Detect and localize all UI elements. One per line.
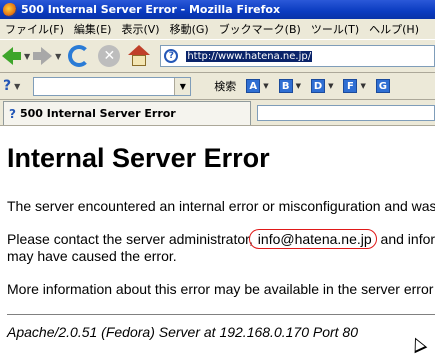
- dropdown-arrow-icon: ▼: [295, 82, 302, 90]
- search-button[interactable]: 検索: [214, 78, 236, 94]
- dropdown-arrow-icon: ▼: [263, 82, 269, 90]
- search-engine-dropdown-icon[interactable]: ▼: [14, 82, 20, 91]
- tab-favicon-icon: ?: [9, 106, 16, 121]
- letter-d-icon: D: [311, 79, 326, 93]
- letter-g-icon: G: [375, 79, 390, 93]
- tab-title: 500 Internal Server Error: [19, 107, 176, 120]
- bookmark-button-b[interactable]: B ▼: [278, 79, 302, 93]
- forward-arrow-icon: [41, 47, 53, 65]
- divider: [7, 314, 435, 315]
- navigation-toolbar: ▼ ▼ ✕ ? http://www.hatena.ne.jp/: [0, 39, 435, 73]
- home-body: [132, 55, 147, 66]
- window-titlebar: 500 Internal Server Error - Mozilla Fire…: [0, 0, 435, 19]
- error-paragraph-3: More information about this error may be…: [7, 281, 435, 297]
- stop-icon[interactable]: ✕: [98, 45, 121, 67]
- search-dropdown-button[interactable]: ▼: [174, 77, 191, 95]
- menu-bar: ファイル(F) 編集(E) 表示(V) 移動(G) ブックマーク(B) ツール(…: [0, 19, 435, 39]
- firefox-logo-icon: [3, 2, 17, 17]
- bookmark-button-a[interactable]: A ▼: [246, 79, 269, 93]
- dropdown-arrow-icon: ▼: [328, 82, 334, 90]
- tab-bar: ? 500 Internal Server Error: [0, 100, 435, 126]
- url-bar[interactable]: ? http://www.hatena.ne.jp/: [160, 45, 435, 67]
- url-text[interactable]: http://www.hatena.ne.jp/: [186, 50, 313, 62]
- letter-f-icon: F: [343, 79, 358, 93]
- admin-email: info@hatena.ne.jp: [248, 229, 377, 249]
- menu-view[interactable]: 表示(V): [116, 21, 164, 37]
- error-paragraph-2: Please contact the server administrator,…: [7, 229, 435, 265]
- menu-help[interactable]: ヘルプ(H): [364, 21, 424, 37]
- contact-text: Please contact the server administrator,: [7, 231, 253, 247]
- window-title: 500 Internal Server Error - Mozilla Fire…: [21, 3, 281, 16]
- page-body: Internal Server Error The server encount…: [7, 127, 435, 340]
- server-signature: Apache/2.0.51 (Fedora) Server at 192.168…: [7, 324, 359, 340]
- back-history-dropdown-icon[interactable]: ▼: [24, 52, 30, 61]
- forward-button[interactable]: [33, 42, 53, 70]
- home-icon[interactable]: [128, 45, 151, 67]
- back-arrow-body: [12, 52, 21, 60]
- reload-icon[interactable]: [68, 45, 91, 67]
- error-paragraph-1: The server encountered an internal error…: [7, 198, 435, 214]
- home-roof: [128, 45, 151, 55]
- letter-a-icon: A: [246, 79, 261, 93]
- search-toolbar: ? ▼ ▼ 検索 A ▼ B ▼ D ▼ F ▼ G: [0, 73, 435, 100]
- search-engine-icon[interactable]: ?: [3, 78, 11, 94]
- tab-bar-field[interactable]: [257, 105, 435, 121]
- tab-active[interactable]: ? 500 Internal Server Error: [3, 101, 251, 125]
- contact-text-line2: may have caused the error.: [7, 248, 177, 264]
- menu-bookmarks[interactable]: ブックマーク(B): [214, 21, 306, 37]
- bookmark-button-f[interactable]: F ▼: [343, 79, 366, 93]
- menu-tools[interactable]: ツール(T): [306, 21, 364, 37]
- page-title: Internal Server Error: [7, 143, 270, 173]
- back-button[interactable]: [2, 42, 21, 70]
- contact-text-rest: and inform them of the time the error oc…: [380, 231, 435, 247]
- site-favicon-icon: ?: [164, 49, 179, 63]
- menu-edit[interactable]: 編集(E): [69, 21, 117, 37]
- letter-b-icon: B: [278, 79, 293, 93]
- menu-file[interactable]: ファイル(F): [0, 21, 69, 37]
- menu-go[interactable]: 移動(G): [165, 21, 214, 37]
- forward-history-dropdown-icon[interactable]: ▼: [55, 52, 61, 61]
- search-input[interactable]: ▼: [33, 76, 192, 96]
- page-content: Internal Server Error The server encount…: [0, 127, 435, 364]
- dropdown-arrow-icon: ▼: [360, 82, 366, 90]
- bookmark-button-d[interactable]: D ▼: [311, 79, 333, 93]
- bookmark-button-g[interactable]: G: [375, 79, 390, 93]
